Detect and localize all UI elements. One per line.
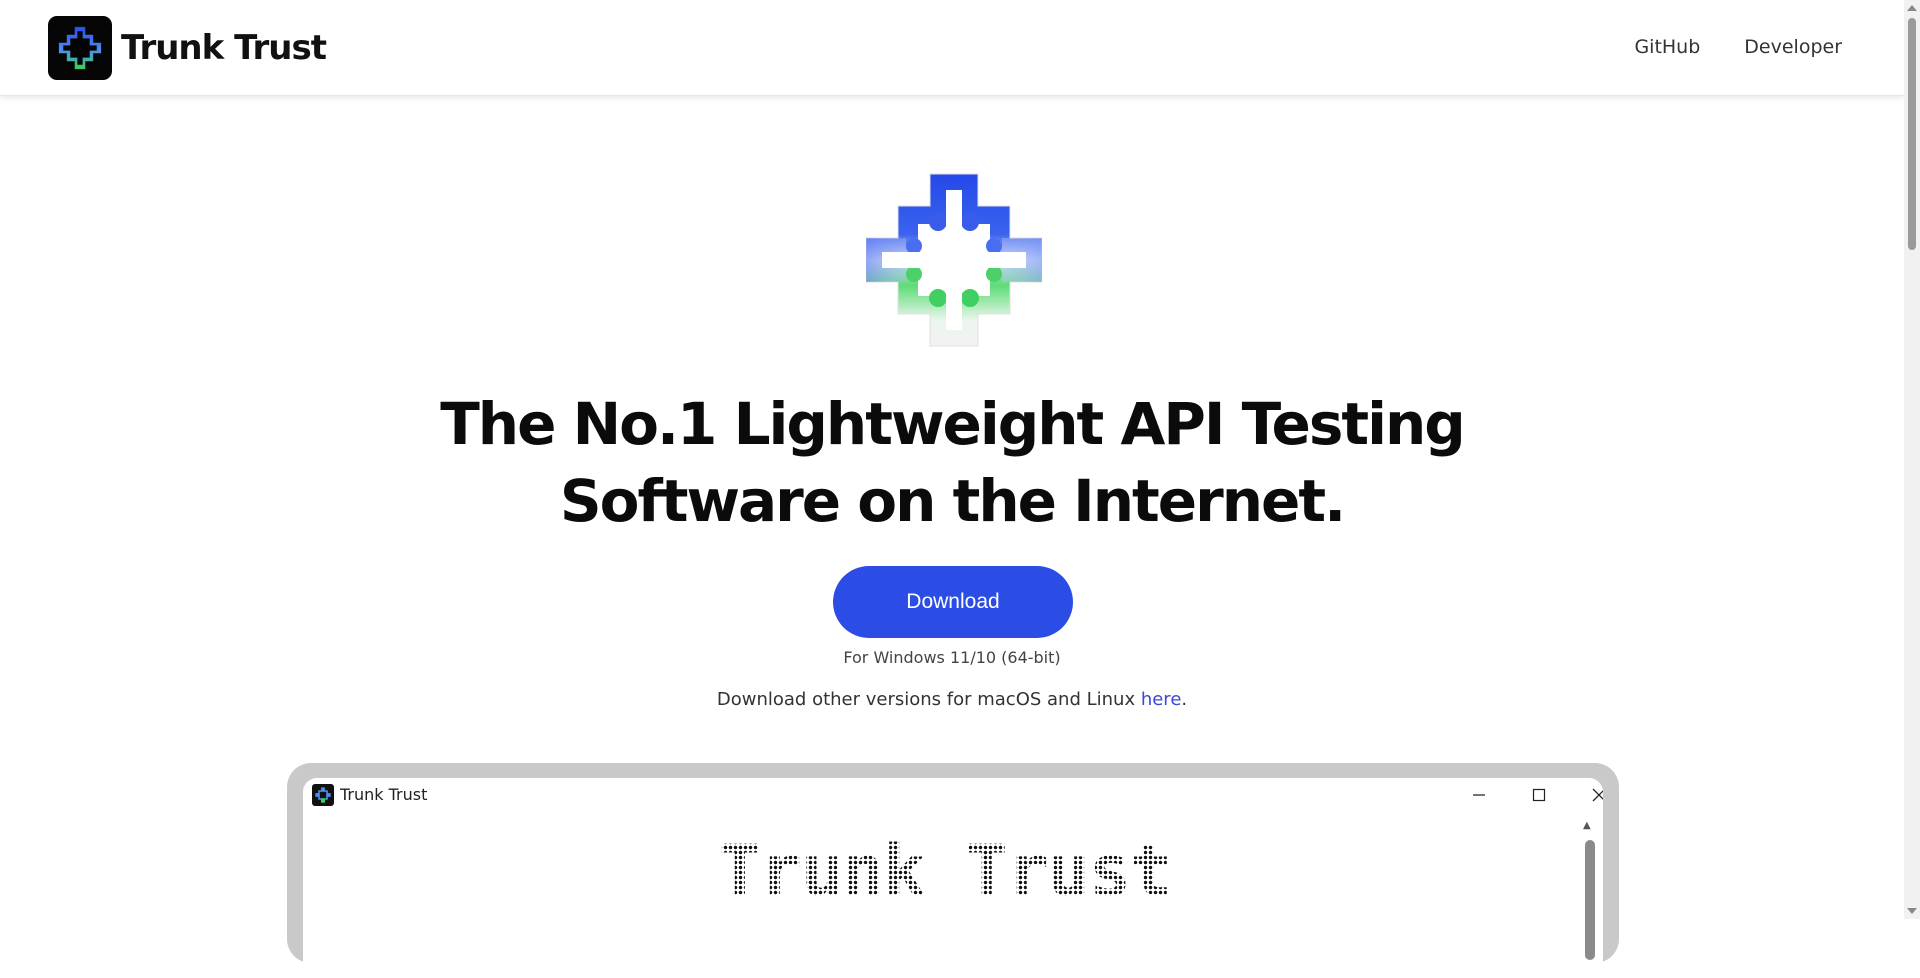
brand[interactable]: Trunk Trust (48, 16, 327, 80)
hero-headline-line-2: Software on the Internet. (559, 467, 1346, 535)
app-window-title: Trunk Trust (340, 785, 428, 804)
scroll-down-icon[interactable] (1907, 908, 1917, 914)
nav-link-developer[interactable]: Developer (1744, 36, 1842, 58)
top-nav: GitHub Developer (1634, 36, 1842, 58)
app-heading: Trunk Trust (303, 830, 1587, 912)
other-versions-text: Download other versions for macOS and Li… (0, 689, 1904, 710)
close-icon[interactable] (1581, 781, 1603, 809)
page-scrollbar-thumb[interactable] (1908, 18, 1916, 250)
platform-note: For Windows 11/10 (64-bit) (843, 648, 1061, 667)
app-preview-window: Trunk Trust ▲ Trunk Trust (303, 778, 1603, 978)
brand-name: Trunk Trust (121, 28, 327, 68)
brand-logo-icon (48, 16, 112, 80)
other-versions-suffix: . (1181, 689, 1188, 710)
other-versions-label: Download other versions for macOS and Li… (716, 689, 1141, 710)
other-versions-link[interactable]: here (1141, 689, 1182, 710)
minimize-icon[interactable] (1461, 781, 1497, 809)
maximize-icon[interactable] (1521, 781, 1557, 809)
nav-link-github[interactable]: GitHub (1634, 36, 1700, 58)
scroll-up-icon[interactable] (1907, 5, 1917, 11)
app-window-icon (312, 784, 334, 806)
hero-headline: The No.1 Lightweight API Testing Softwar… (0, 386, 1904, 540)
hero-headline-line-1: The No.1 Lightweight API Testing (440, 390, 1466, 458)
app-preview-frame: Trunk Trust ▲ Trunk Trust (287, 763, 1619, 978)
download-button[interactable]: Download (833, 566, 1073, 638)
site-header: Trunk Trust GitHub Developer (0, 0, 1904, 96)
hero-logo-icon (865, 170, 1043, 350)
page-scrollbar[interactable] (1904, 0, 1920, 919)
